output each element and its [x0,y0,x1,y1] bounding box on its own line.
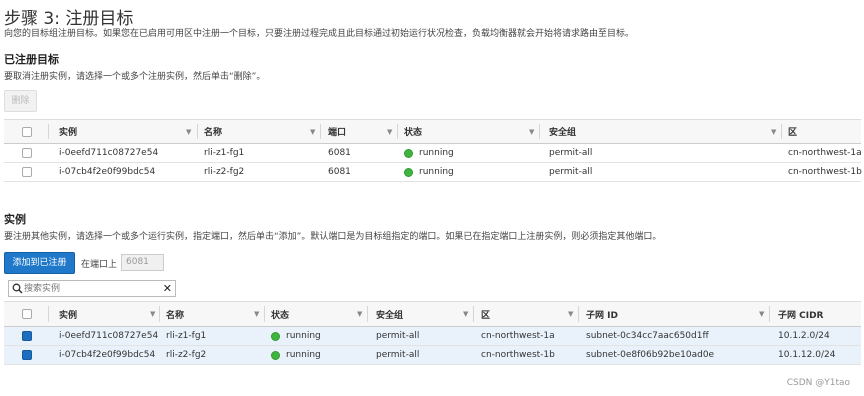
instance-name: rli-z2-fg2 [204,167,245,177]
instance-subnet-id: subnet-0e8f06b92be10ad0e [586,350,715,360]
table-header: 实例 ▼ 名称 ▼ 状态 ▼ 安全组 ▼ 区 ▼ 子网 ID ▼ 子网 CIDR [4,302,861,327]
sort-caret-icon[interactable]: ▼ [463,302,468,326]
sort-caret-icon[interactable]: ▼ [310,120,315,143]
column-header-subnet-cidr[interactable]: 子网 CIDR [778,302,824,326]
column-header-subnet-id[interactable]: 子网 ID [586,302,618,326]
search-instances-box[interactable]: ✕ [8,280,176,297]
sort-caret-icon[interactable]: ▼ [529,120,534,143]
port-input[interactable]: 6081 [121,254,164,271]
column-header-security-group[interactable]: 安全组 [376,302,403,326]
column-header-instance[interactable]: 实例 [59,120,77,143]
instances-description: 要注册其他实例，请选择一个或多个运行实例，指定端口，然后单击“添加”。默认端口是… [4,232,662,242]
select-all-checkbox[interactable] [22,120,32,143]
running-status-icon [404,167,413,177]
status-text: running [419,167,454,177]
sort-caret-icon[interactable]: ▼ [759,302,764,326]
column-header-port[interactable]: 端口 [328,120,346,143]
instance-port: 6081 [328,167,351,177]
running-status-icon [404,148,413,158]
port-label: 在端口上 [81,260,118,270]
sort-caret-icon[interactable]: ▼ [254,302,259,326]
row-checkbox[interactable] [22,346,32,364]
instance-subnet-cidr: 10.1.12.0/24 [778,350,836,360]
delete-button[interactable]: 删除 [4,90,37,112]
sort-caret-icon[interactable]: ▼ [357,302,362,326]
column-header-status[interactable]: 状态 [271,302,289,326]
instance-port: 6081 [328,148,351,158]
sort-caret-icon[interactable]: ▼ [150,302,155,326]
instance-status: running [271,327,321,345]
table-row[interactable]: i-07cb4f2e0f99bdc54 rli-z2-fg2 running p… [4,346,861,365]
sort-caret-icon[interactable]: ▼ [568,302,573,326]
instance-id: i-07cb4f2e0f99bdc54 [59,167,156,177]
instances-heading: 实例 [4,213,26,226]
instances-table: 实例 ▼ 名称 ▼ 状态 ▼ 安全组 ▼ 区 ▼ 子网 ID ▼ 子网 CIDR… [4,301,861,367]
instance-zone: cn-northwest-1a [788,148,862,158]
table-row[interactable]: i-07cb4f2e0f99bdc54 rli-z2-fg2 6081 runn… [4,163,862,182]
running-status-icon [271,350,280,360]
column-header-zone[interactable]: 区 [788,120,797,143]
table-row[interactable]: i-0eefd711c08727e54 rli-z1-fg1 running p… [4,327,861,346]
instance-subnet-cidr: 10.1.2.0/24 [778,331,830,341]
instance-security-group: permit-all [549,167,593,177]
registered-targets-heading: 已注册目标 [4,53,59,66]
sort-caret-icon[interactable]: ▼ [387,120,392,143]
instance-status: running [271,346,321,364]
instance-name: rli-z1-fg1 [166,331,207,341]
row-checkbox[interactable] [22,144,32,162]
column-header-security-group[interactable]: 安全组 [549,120,576,143]
registered-targets-table: 实例 ▼ 名称 ▼ 端口 ▼ 状态 ▼ 安全组 ▼ 区 i-0eefd711c0… [4,119,862,183]
close-icon[interactable]: ✕ [163,282,172,295]
sort-caret-icon[interactable]: ▼ [771,120,776,143]
running-status-icon [271,331,280,341]
status-text: running [286,350,321,360]
page-subtitle: 向您的目标组注册目标。如果您在已启用可用区中注册一个目标，只要注册过程完成且此目… [4,29,635,39]
instance-zone: cn-northwest-1a [481,331,555,341]
instance-subnet-id: subnet-0c34cc7aac650d1ff [586,331,709,341]
column-header-name[interactable]: 名称 [166,302,184,326]
column-header-zone[interactable]: 区 [481,302,490,326]
table-row[interactable]: i-0eefd711c08727e54 rli-z1-fg1 6081 runn… [4,144,862,163]
search-icon [12,283,23,294]
column-header-name[interactable]: 名称 [204,120,222,143]
status-text: running [419,148,454,158]
instance-status: running [404,163,454,181]
instance-security-group: permit-all [376,350,420,360]
row-checkbox[interactable] [22,163,32,181]
add-to-registered-button[interactable]: 添加到已注册 [4,252,75,274]
table-header: 实例 ▼ 名称 ▼ 端口 ▼ 状态 ▼ 安全组 ▼ 区 [4,120,861,144]
sort-caret-icon[interactable]: ▼ [186,120,191,143]
column-header-instance[interactable]: 实例 [59,302,77,326]
instance-security-group: permit-all [376,331,420,341]
instance-name: rli-z1-fg1 [204,148,245,158]
instance-security-group: permit-all [549,148,593,158]
row-checkbox[interactable] [22,327,32,345]
column-header-status[interactable]: 状态 [404,120,422,143]
instance-status: running [404,144,454,162]
registered-targets-description: 要取消注册实例，请选择一个或多个注册实例，然后单击“删除”。 [4,72,266,82]
search-input[interactable] [24,282,159,295]
instance-id: i-07cb4f2e0f99bdc54 [59,350,156,360]
status-text: running [286,331,321,341]
instance-zone: cn-northwest-1b [788,167,862,177]
instance-id: i-0eefd711c08727e54 [59,331,159,341]
instance-name: rli-z2-fg2 [166,350,207,360]
instance-zone: cn-northwest-1b [481,350,555,360]
select-all-checkbox[interactable] [22,302,32,326]
watermark: CSDN @Y1tao [786,378,850,388]
instance-id: i-0eefd711c08727e54 [59,148,159,158]
